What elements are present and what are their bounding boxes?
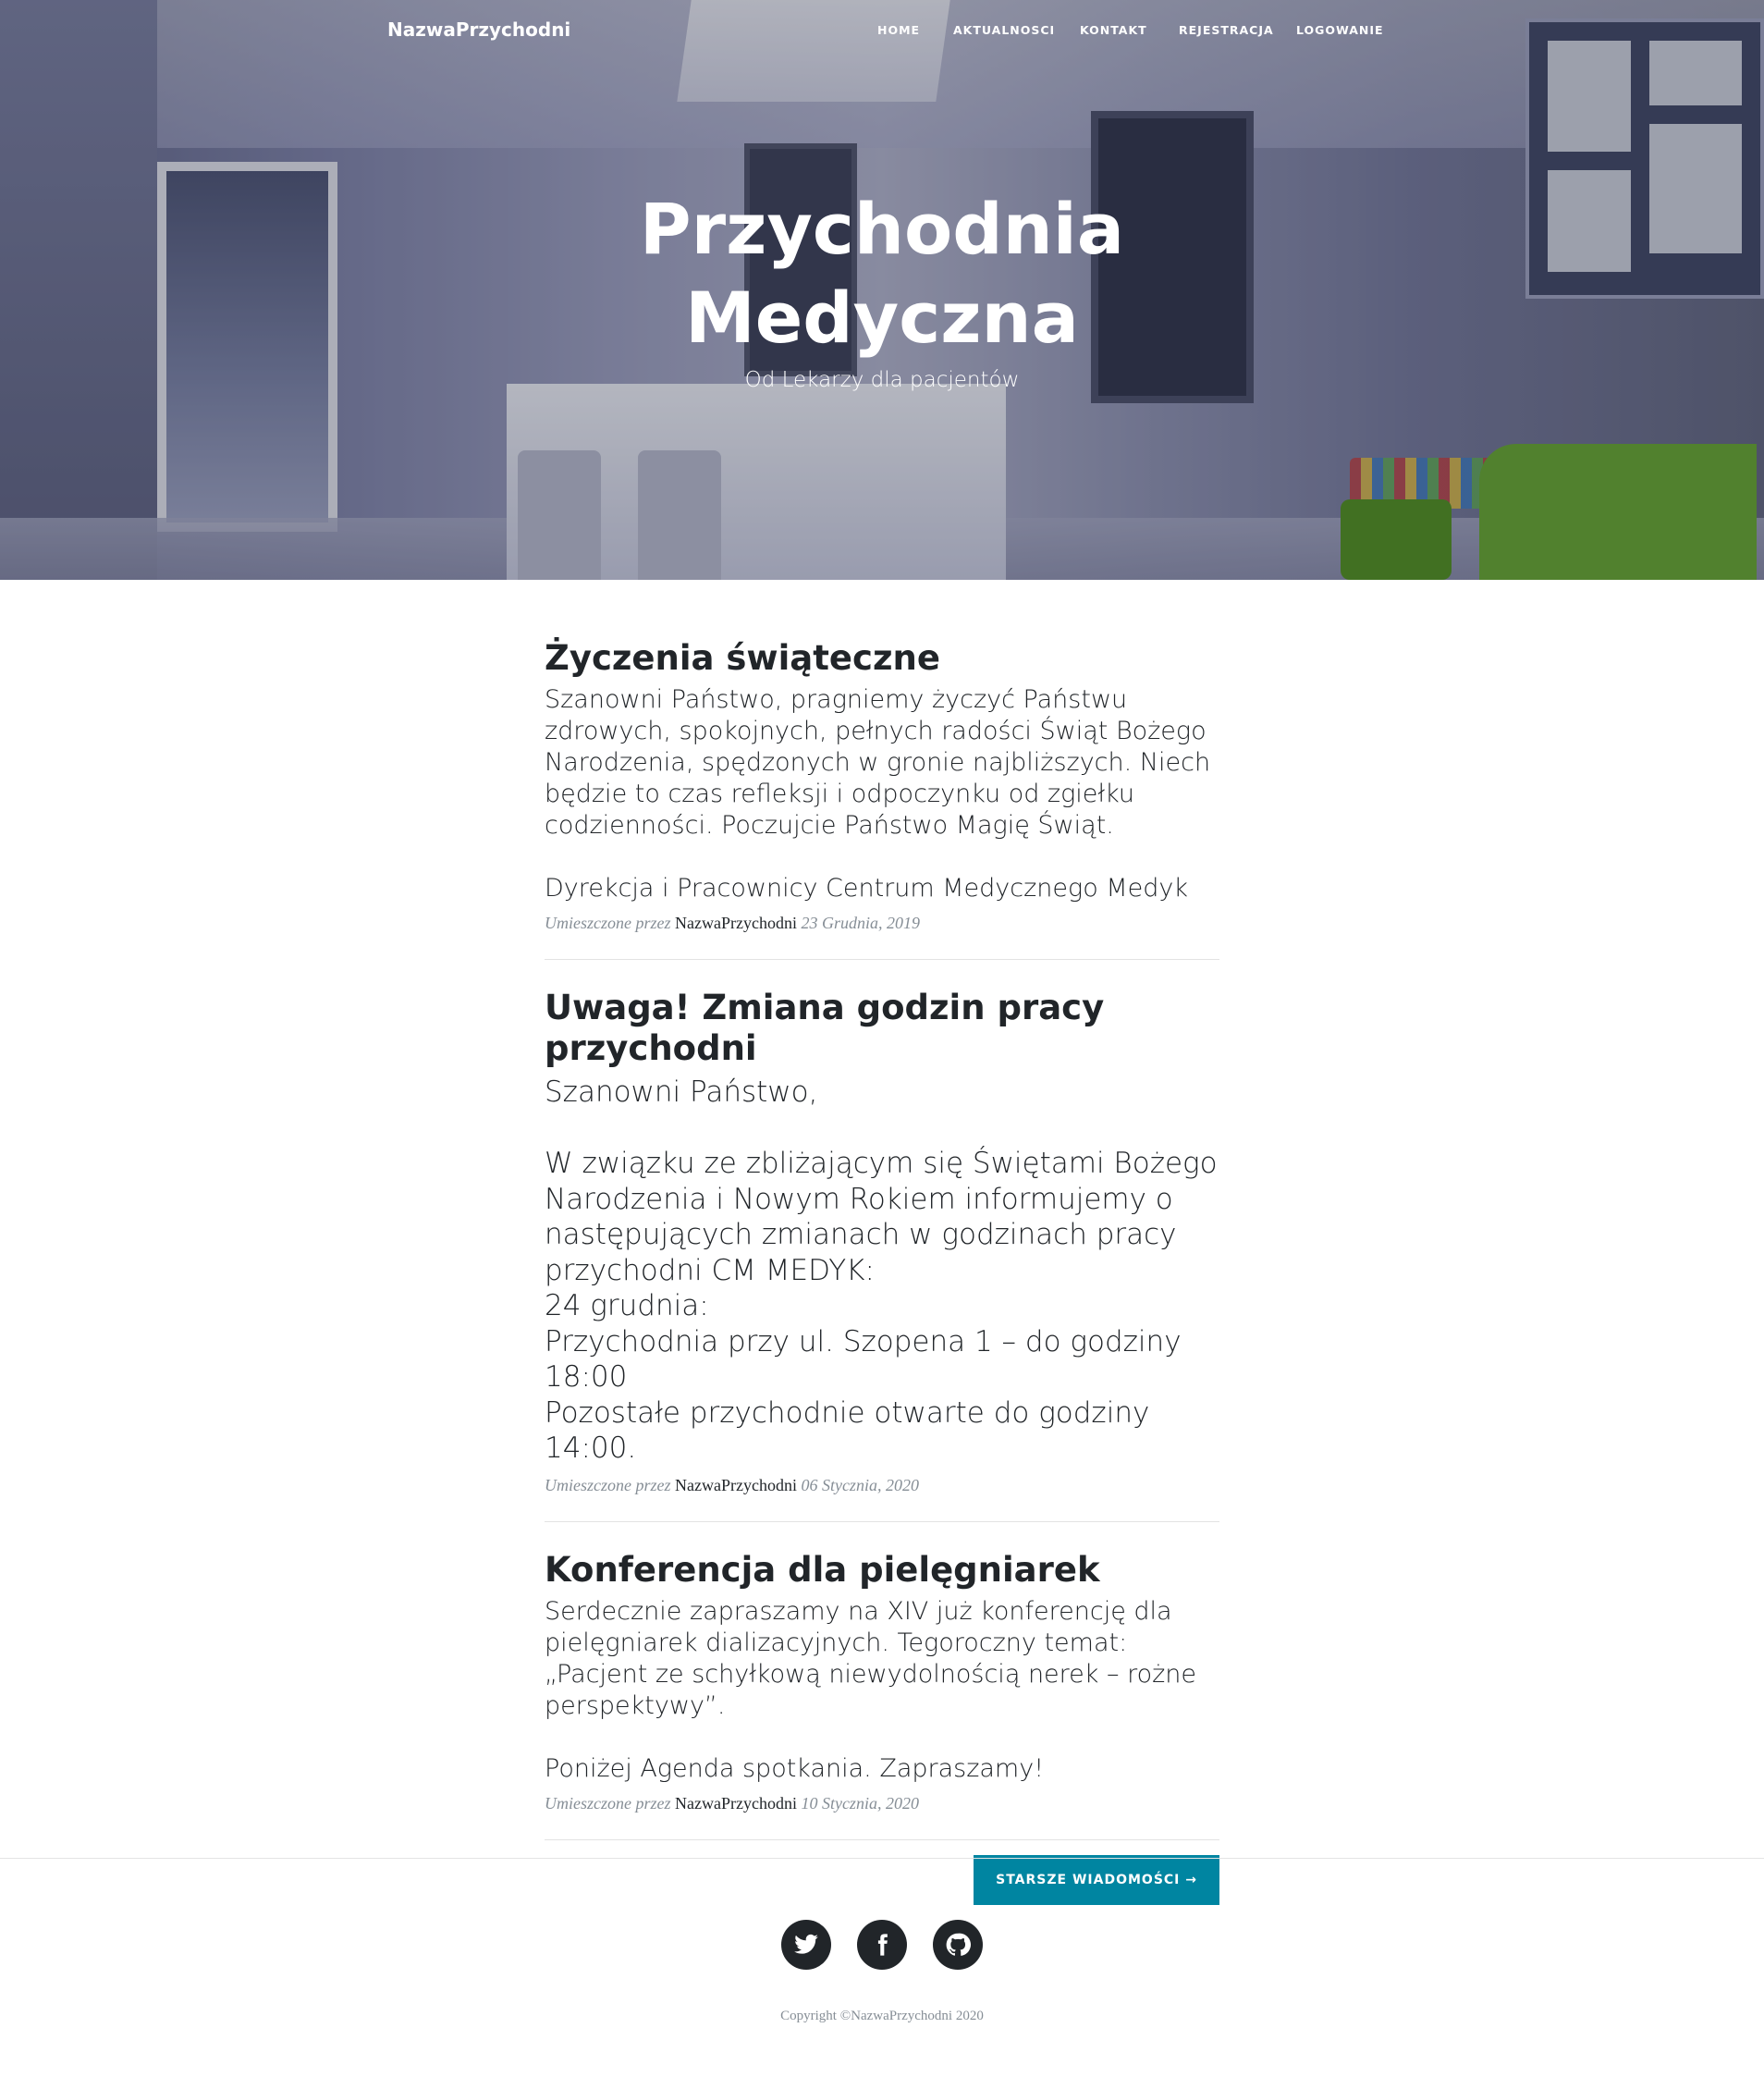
nav-link-kontakt[interactable]: KONTAKT [1080, 23, 1147, 37]
copyright: Copyright ©NazwaPrzychodni 2020 [780, 2009, 984, 2023]
brand-link[interactable]: NazwaPrzychodni [387, 18, 570, 41]
post-meta-prefix: Umieszczone przez [545, 914, 671, 932]
page-title-line: Medyczna [685, 277, 1079, 359]
twitter-icon[interactable] [780, 1920, 831, 1970]
post-author-link[interactable]: NazwaPrzychodni [675, 914, 797, 932]
post-preview: Konferencja dla pielęgniarek Serdecznie … [545, 1550, 1219, 1840]
post-list: Życzenia świąteczne Szanowni Państwo, pr… [545, 638, 1219, 1907]
post-body: Szanowni Państwo, W związku ze zbliżając… [545, 1075, 1218, 1465]
post-author-link[interactable]: NazwaPrzychodni [675, 1794, 797, 1813]
post-preview: Uwaga! Zmiana godzin pracy przychodni Sz… [545, 988, 1219, 1522]
post-date: 06 Stycznia, 2020 [801, 1475, 919, 1494]
post-body: Serdecznie zapraszamy na XIV już konfere… [545, 1596, 1197, 1783]
page-title: Przychodnia Medyczna [0, 185, 1764, 363]
github-icon[interactable] [933, 1920, 984, 1970]
post-meta: Umieszczone przez NazwaPrzychodni 23 Gru… [545, 914, 1219, 933]
social-links [0, 1920, 1764, 1970]
post-title[interactable]: Uwaga! Zmiana godzin pracy przychodni [545, 988, 1219, 1069]
post-preview: Życzenia świąteczne Szanowni Państwo, pr… [545, 638, 1219, 960]
nav-link-home[interactable]: HOME [877, 23, 920, 37]
post-title[interactable]: Życzenia świąteczne [545, 638, 1219, 679]
page-subtitle: Od Lekarzy dla pacjentów [744, 368, 1020, 392]
nav-link-rejestracja[interactable]: REJESTRACJA [1179, 23, 1274, 37]
post-author-link[interactable]: NazwaPrzychodni [675, 1476, 797, 1494]
post-body: Szanowni Państwo, pragniemy życzyć Państ… [545, 685, 1211, 903]
footer: Copyright ©NazwaPrzychodni 2020 [0, 1858, 1764, 2077]
post-meta: Umieszczone przez NazwaPrzychodni 06 Sty… [545, 1476, 1219, 1495]
post-title[interactable]: Konferencja dla pielęgniarek [545, 1550, 1219, 1591]
facebook-icon[interactable] [857, 1920, 907, 1970]
page-title-line: Przychodnia [639, 188, 1125, 270]
post-meta-prefix: Umieszczone przez [545, 1793, 671, 1813]
post-meta: Umieszczone przez NazwaPrzychodni 10 Sty… [545, 1794, 1219, 1813]
nav-link-aktualnosci[interactable]: AKTUALNOSCI [953, 23, 1055, 37]
post-meta-prefix: Umieszczone przez [545, 1475, 671, 1494]
nav-link-logowanie[interactable]: LOGOWANIE [1296, 23, 1384, 37]
post-date: 10 Stycznia, 2020 [801, 1793, 919, 1813]
post-date: 23 Grudnia, 2019 [801, 914, 920, 932]
navbar: NazwaPrzychodni HOME AKTUALNOSCI KONTAKT… [0, 0, 1764, 61]
hero-header: NazwaPrzychodni HOME AKTUALNOSCI KONTAKT… [0, 0, 1764, 580]
